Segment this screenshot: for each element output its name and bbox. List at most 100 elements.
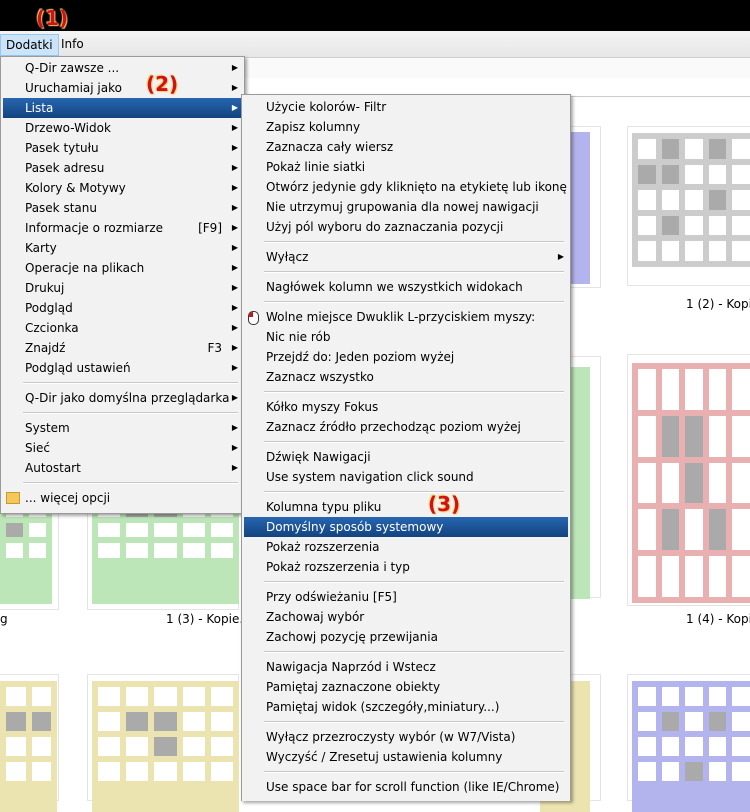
chevron-right-icon: ▶ [231, 63, 238, 72]
thumbnail[interactable] [628, 355, 750, 605]
menu-item-label: Kolory & Motywy [25, 181, 126, 195]
menu-item[interactable]: Wyczyść / Zresetuj ustawienia kolumny [244, 747, 568, 767]
menu-item[interactable]: Pamiętaj zaznaczone obiekty [244, 677, 568, 697]
menu-item-operacje-na-plikach[interactable]: Operacje na plikach ▶ [3, 258, 242, 278]
menu-info[interactable]: Info [56, 34, 89, 54]
menu-item-lista[interactable]: Lista ▶ [3, 98, 242, 118]
menu-item[interactable]: Pamiętaj widok (szczegóły,miniatury...) [244, 697, 568, 717]
menu-item[interactable]: Użycie kolorów- Filtr [244, 97, 568, 117]
chevron-right-icon: ▶ [231, 183, 238, 192]
menu-item[interactable]: Kolumna typu pliku [244, 497, 568, 517]
menu-item-label: Operacje na plikach [25, 261, 145, 275]
menu-separator [264, 301, 564, 303]
menu-item-label: Domyślny sposób systemowy [266, 520, 444, 534]
menu-item[interactable]: Dźwięk Nawigacji [244, 447, 568, 467]
menu-item[interactable]: Zapisz kolumny [244, 117, 568, 137]
menu-item[interactable]: Nie utrzymuj grupowania dla nowej nawiga… [244, 197, 568, 217]
menu-item-karty[interactable]: Karty ▶ [3, 238, 242, 258]
menu-item-podglad-ustawien[interactable]: Podgląd ustawień ▶ [3, 358, 242, 378]
menu-item-domyslny-sposob[interactable]: Domyślny sposób systemowy [244, 517, 568, 537]
menu-item-pasek-tytulu[interactable]: Pasek tytułu ▶ [3, 138, 242, 158]
menu-item-label: Zachowj pozycję przewijania [266, 630, 438, 644]
menu-item-label: Uruchamiaj jako [25, 81, 122, 95]
menu-item[interactable]: Otwórz jedynie gdy kliknięto na etykietę… [244, 177, 568, 197]
menu-item-label: Wyczyść / Zresetuj ustawienia kolumny [266, 750, 503, 764]
menu-item[interactable]: Pokaż rozszerzenia [244, 537, 568, 557]
menu-item[interactable]: Zachowj pozycję przewijania [244, 627, 568, 647]
menu-item[interactable]: Nagłówek kolumn we wszystkich widokach [244, 277, 568, 297]
chevron-right-icon: ▶ [231, 443, 238, 452]
menu-item-informacje-o-rozmiarze[interactable]: Informacje o rozmiarze [F9] ▶ [3, 218, 242, 238]
menu-item[interactable]: Użyj pól wyboru do zaznaczania pozycji [244, 217, 568, 237]
chevron-right-icon: ▶ [231, 363, 238, 372]
shortcut-label: [F9] [198, 221, 222, 235]
menu-item-pasek-adresu[interactable]: Pasek adresu ▶ [3, 158, 242, 178]
menu-item-label: Pasek stanu [25, 201, 97, 215]
chevron-right-icon: ▶ [231, 343, 238, 352]
file-label[interactable]: 1 (2) - Kopie [686, 297, 750, 311]
menu-item-uruchamiaj-jako[interactable]: Uruchamiaj jako ▶ [3, 78, 242, 98]
menu-item-header: Wolne miejsce Dwuklik L-przyciskiem mysz… [244, 307, 568, 327]
chevron-right-icon: ▶ [231, 163, 238, 172]
menu-item[interactable]: Przejdź do: Jeden poziom wyżej [244, 347, 568, 367]
menu-item-label: Pasek tytułu [25, 141, 99, 155]
menu-item[interactable]: Use system navigation click sound [244, 467, 568, 487]
menu-item-drukuj[interactable]: Drukuj ▶ [3, 278, 242, 298]
menu-item-label: Podgląd [25, 301, 73, 315]
menu-item[interactable]: Pokaż linie siatki [244, 157, 568, 177]
menu-item-podglad[interactable]: Podgląd ▶ [3, 298, 242, 318]
thumbnail[interactable] [628, 127, 750, 285]
menu-item-label: Kolumna typu pliku [266, 500, 382, 514]
menu-item[interactable]: Kółko myszy Fokus [244, 397, 568, 417]
menu-separator [264, 491, 564, 493]
menu-item-q-dir-domyslna[interactable]: Q-Dir jako domyślna przeglądarka ▶ [3, 388, 242, 408]
menu-item-label: Q-Dir zawsze ... [25, 61, 120, 75]
menu-separator [264, 391, 564, 393]
file-label[interactable]: 1 (3) - Kopie.p [166, 612, 251, 626]
menu-item-kolory-motywy[interactable]: Kolory & Motywy ▶ [3, 178, 242, 198]
menu-item-q-dir-zawsze[interactable]: Q-Dir zawsze ... ▶ [3, 58, 242, 78]
menu-item-siec[interactable]: Sieć ▶ [3, 438, 242, 458]
menu-item-czcionka[interactable]: Czcionka ▶ [3, 318, 242, 338]
menu-item-label: Pokaż rozszerzenia i typ [266, 560, 410, 574]
menu-item-system[interactable]: System ▶ [3, 418, 242, 438]
file-label[interactable]: 1 (4) - Kopie [686, 612, 750, 626]
menu-item-znajdz[interactable]: Znajdź F3 ▶ [3, 338, 242, 358]
thumbnail[interactable] [88, 675, 239, 812]
menu-item-label: Nagłówek kolumn we wszystkich widokach [266, 280, 523, 294]
menu-item[interactable]: Pokaż rozszerzenia i typ [244, 557, 568, 577]
menu-item-autostart[interactable]: Autostart ▶ [3, 458, 242, 478]
menu-item-label: Lista [25, 101, 54, 115]
menu-item-pasek-stanu[interactable]: Pasek stanu ▶ [3, 198, 242, 218]
chevron-right-icon: ▶ [231, 393, 238, 402]
thumbnail[interactable] [0, 675, 58, 812]
menu-item[interactable]: Zaznacz wszystko [244, 367, 568, 387]
callout-3: (3) [428, 492, 461, 516]
menu-item[interactable]: Nic nie rób [244, 327, 568, 347]
menu-item[interactable]: Przy odświeżaniu [F5] [244, 587, 568, 607]
menu-item[interactable]: Zaznacz źródło przechodząc poziom wyżej [244, 417, 568, 437]
menu-item-wylacz[interactable]: Wyłącz ▶ [244, 247, 568, 267]
chevron-right-icon: ▶ [557, 252, 564, 261]
menu-item-label: Informacje o rozmiarze [25, 221, 164, 235]
menu-item[interactable]: Use space bar for scroll function (like … [244, 777, 568, 797]
file-label[interactable]: g [0, 612, 8, 626]
menu-dodatki[interactable]: Dodatki [0, 34, 59, 56]
menu-separator [264, 771, 564, 773]
menu-item-wiecej-opcji[interactable]: ... więcej opcji [3, 488, 242, 508]
menu-item[interactable]: Zachowaj wybór [244, 607, 568, 627]
menu-item-drzewo-widok[interactable]: Drzewo-Widok ▶ [3, 118, 242, 138]
title-bar [0, 0, 750, 31]
menu-item[interactable]: Wyłącz przezroczysty wybór (w W7/Vista) [244, 727, 568, 747]
thumbnail[interactable] [628, 675, 750, 812]
menu-item[interactable]: Zaznacza cały wiersz [244, 137, 568, 157]
menu-item-label: Karty [25, 241, 57, 255]
menu-item-label: Autostart [25, 461, 81, 475]
menu-item[interactable]: Nawigacja Naprzód i Wstecz [244, 657, 568, 677]
menu-item-label: Użyj pól wyboru do zaznaczania pozycji [266, 220, 504, 234]
chevron-right-icon: ▶ [231, 263, 238, 272]
chevron-right-icon: ▶ [231, 123, 238, 132]
menu-item-label: Use space bar for scroll function (like … [266, 780, 560, 794]
menu-separator [23, 482, 238, 484]
chevron-right-icon: ▶ [231, 103, 238, 112]
